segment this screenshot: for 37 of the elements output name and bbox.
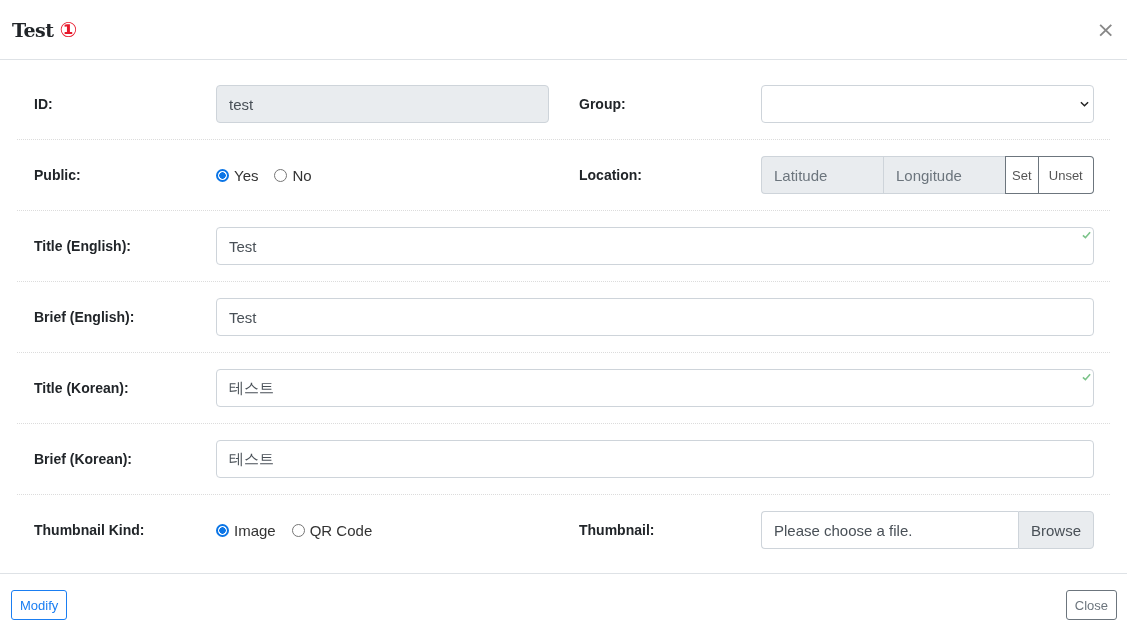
text-field[interactable]: Test (216, 298, 1094, 336)
field-label: Title (Korean): (34, 380, 130, 396)
text-field[interactable]: 테스트 (216, 440, 1094, 478)
location-button[interactable]: Unset (1038, 156, 1094, 194)
file-field[interactable]: Please choose a file. (761, 511, 1018, 549)
location-button[interactable]: Set (1005, 156, 1039, 194)
radio-button[interactable] (291, 523, 305, 537)
field-label: Thumbnail: (579, 522, 656, 538)
text-field[interactable]: Test (216, 227, 1094, 265)
radio-button[interactable] (274, 168, 288, 182)
field-label: ID: (34, 96, 54, 112)
caret-icon (1080, 101, 1089, 107)
field-label: Public: (34, 167, 82, 183)
field-label: Brief (English): (34, 309, 136, 325)
modify-button[interactable]: Modify (11, 590, 68, 620)
radio-button[interactable] (216, 523, 229, 537)
field-label: Location: (579, 167, 643, 183)
close-button[interactable]: × (1094, 17, 1117, 42)
check-icon (1082, 231, 1091, 239)
radio-label[interactable]: No (292, 166, 312, 184)
longitude-field[interactable]: Longitude (883, 156, 1005, 194)
text-field: test (216, 85, 549, 123)
browse-button[interactable]: Browse (1017, 511, 1094, 549)
text-field[interactable]: 테스트 (216, 369, 1094, 407)
number-label: ① (59, 17, 78, 42)
radio-label[interactable]: QR Code (309, 521, 373, 539)
field-label: Group: (579, 96, 627, 112)
radio-label[interactable]: Image (234, 521, 276, 539)
close-button[interactable]: Close (1065, 590, 1117, 620)
field-label: Brief (Korean): (34, 451, 133, 467)
check-icon (1082, 373, 1091, 381)
radio-button[interactable] (216, 168, 229, 182)
field-label: Title (English): (34, 238, 132, 254)
field-label: Thumbnail Kind: (34, 522, 146, 538)
latitude-field[interactable]: Latitude (761, 156, 883, 194)
dialog-title: Test (12, 18, 54, 41)
radio-label[interactable]: Yes (234, 166, 259, 184)
